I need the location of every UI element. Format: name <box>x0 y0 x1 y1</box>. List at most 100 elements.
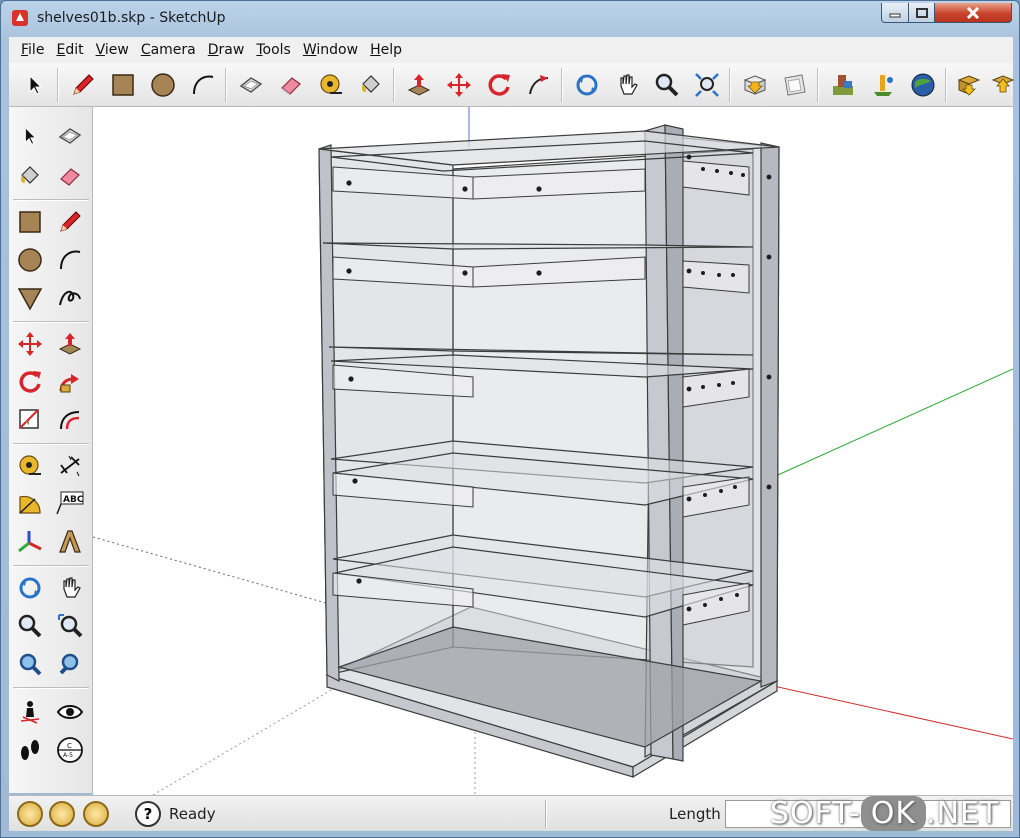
components-button[interactable] <box>827 69 859 101</box>
copyright-icon[interactable] <box>83 801 109 827</box>
next-view-button[interactable] <box>987 69 1019 101</box>
polygon-tool-button[interactable] <box>13 281 47 315</box>
previous-view-button[interactable] <box>953 69 985 101</box>
rotate-tool-button[interactable] <box>13 365 47 399</box>
rotate-icon <box>19 371 41 393</box>
walk-tool-button[interactable] <box>13 733 47 767</box>
model-viewport[interactable] <box>93 107 1013 795</box>
push-pull-icon <box>58 333 82 355</box>
eraser-tool-button[interactable] <box>275 69 307 101</box>
toolbar-separator <box>13 321 89 323</box>
circle-icon <box>18 248 42 272</box>
push-pull-button[interactable] <box>53 327 87 361</box>
scale-tool-button[interactable] <box>13 403 47 437</box>
pan-tool-button[interactable] <box>53 571 87 605</box>
menu-camera-label: amera <box>150 42 196 58</box>
protractor-tool-button[interactable] <box>13 487 47 521</box>
select-tool-button[interactable] <box>13 119 47 153</box>
menu-draw[interactable]: Draw <box>202 42 251 58</box>
make-component-icon <box>58 128 82 144</box>
menu-edit-label: dit <box>65 42 84 58</box>
menu-file[interactable]: File <box>15 42 50 58</box>
menu-help[interactable]: Help <box>364 42 408 58</box>
freehand-icon <box>59 290 81 306</box>
move-icon <box>18 332 42 356</box>
tape-measure-button[interactable] <box>315 69 347 101</box>
protractor-icon <box>19 495 41 514</box>
arc-tool-button[interactable] <box>187 69 219 101</box>
section-plane-icon: C A-5 <box>57 737 83 763</box>
zoom-icon <box>18 614 42 638</box>
get-models-button[interactable] <box>739 69 771 101</box>
circle-tool-button[interactable] <box>147 69 179 101</box>
pencil-tool-button[interactable] <box>53 205 87 239</box>
select-tool-button[interactable] <box>19 69 51 101</box>
offset-tool-button[interactable] <box>53 403 87 437</box>
tape-measure-icon <box>19 455 41 475</box>
close-button[interactable] <box>934 3 1012 23</box>
shelf-model-drawing[interactable] <box>93 107 1013 795</box>
credits-icon[interactable] <box>49 801 75 827</box>
rectangle-tool-button[interactable] <box>107 69 139 101</box>
look-around-button[interactable] <box>53 695 87 729</box>
paint-bucket-button[interactable] <box>355 69 387 101</box>
freehand-tool-button[interactable] <box>53 281 87 315</box>
zoom-extents-button[interactable] <box>691 69 723 101</box>
geo-location-icon[interactable] <box>17 801 43 827</box>
dimension-tool-button[interactable] <box>53 449 87 483</box>
make-component-button[interactable] <box>53 119 87 153</box>
eraser-icon <box>281 77 301 96</box>
scale-icon <box>19 409 39 429</box>
maximize-icon <box>915 7 928 18</box>
orbit-tool-button[interactable] <box>13 571 47 605</box>
pan-tool-button[interactable] <box>611 69 643 101</box>
menu-view-mnemonic: V <box>95 42 105 58</box>
text-tool-button[interactable]: ABC <box>53 487 87 521</box>
menu-edit[interactable]: Edit <box>50 42 89 58</box>
menu-view[interactable]: View <box>90 42 135 58</box>
follow-me-button[interactable] <box>53 365 87 399</box>
position-camera-button[interactable] <box>13 695 47 729</box>
menu-tools[interactable]: Tools <box>250 42 297 58</box>
zoom-window-icon <box>58 614 83 638</box>
green-axis-line <box>768 368 1013 480</box>
rotate-tool-button[interactable] <box>483 69 515 101</box>
zoom-window-button[interactable] <box>53 609 87 643</box>
minimize-button[interactable] <box>881 3 909 23</box>
rectangle-tool-button[interactable] <box>13 205 47 239</box>
watermark-ok: OK <box>860 796 927 831</box>
zoom-extents-button[interactable] <box>53 647 87 681</box>
tape-measure-button[interactable] <box>13 449 47 483</box>
move-tool-button[interactable] <box>443 69 475 101</box>
follow-me-button[interactable] <box>523 69 555 101</box>
rectangle-icon <box>112 74 134 96</box>
make-component-icon <box>239 77 263 93</box>
previous-view-button[interactable] <box>13 647 47 681</box>
make-component-button[interactable] <box>235 69 267 101</box>
orbit-tool-button[interactable] <box>571 69 603 101</box>
circle-tool-button[interactable] <box>13 243 47 277</box>
title-bar[interactable]: shelves01b.skp - SketchUp <box>1 1 1019 37</box>
move-tool-button[interactable] <box>13 327 47 361</box>
section-plane-button[interactable]: C A-5 <box>53 733 87 767</box>
eraser-tool-button[interactable] <box>53 159 87 193</box>
status-separator <box>545 800 547 828</box>
menu-window[interactable]: Window <box>297 42 364 58</box>
maximize-button[interactable] <box>908 3 935 23</box>
3d-text-tool-button[interactable] <box>53 525 87 559</box>
paint-bucket-button[interactable] <box>13 159 47 193</box>
app-window: shelves01b.skp - SketchUp File Edit View… <box>0 0 1020 838</box>
zoom-tool-button[interactable] <box>13 609 47 643</box>
arc-tool-button[interactable] <box>53 243 87 277</box>
menu-camera[interactable]: Camera <box>135 42 202 58</box>
pencil-tool-button[interactable] <box>67 69 99 101</box>
google-earth-button[interactable] <box>907 69 939 101</box>
offset-icon <box>60 411 80 430</box>
help-icon[interactable]: ? <box>135 801 161 827</box>
zoom-tool-button[interactable] <box>651 69 683 101</box>
axes-tool-button[interactable] <box>13 525 47 559</box>
push-pull-button[interactable] <box>403 69 435 101</box>
place-model-button[interactable] <box>867 69 899 101</box>
push-pull-icon <box>407 74 431 96</box>
share-model-button[interactable] <box>779 69 811 101</box>
